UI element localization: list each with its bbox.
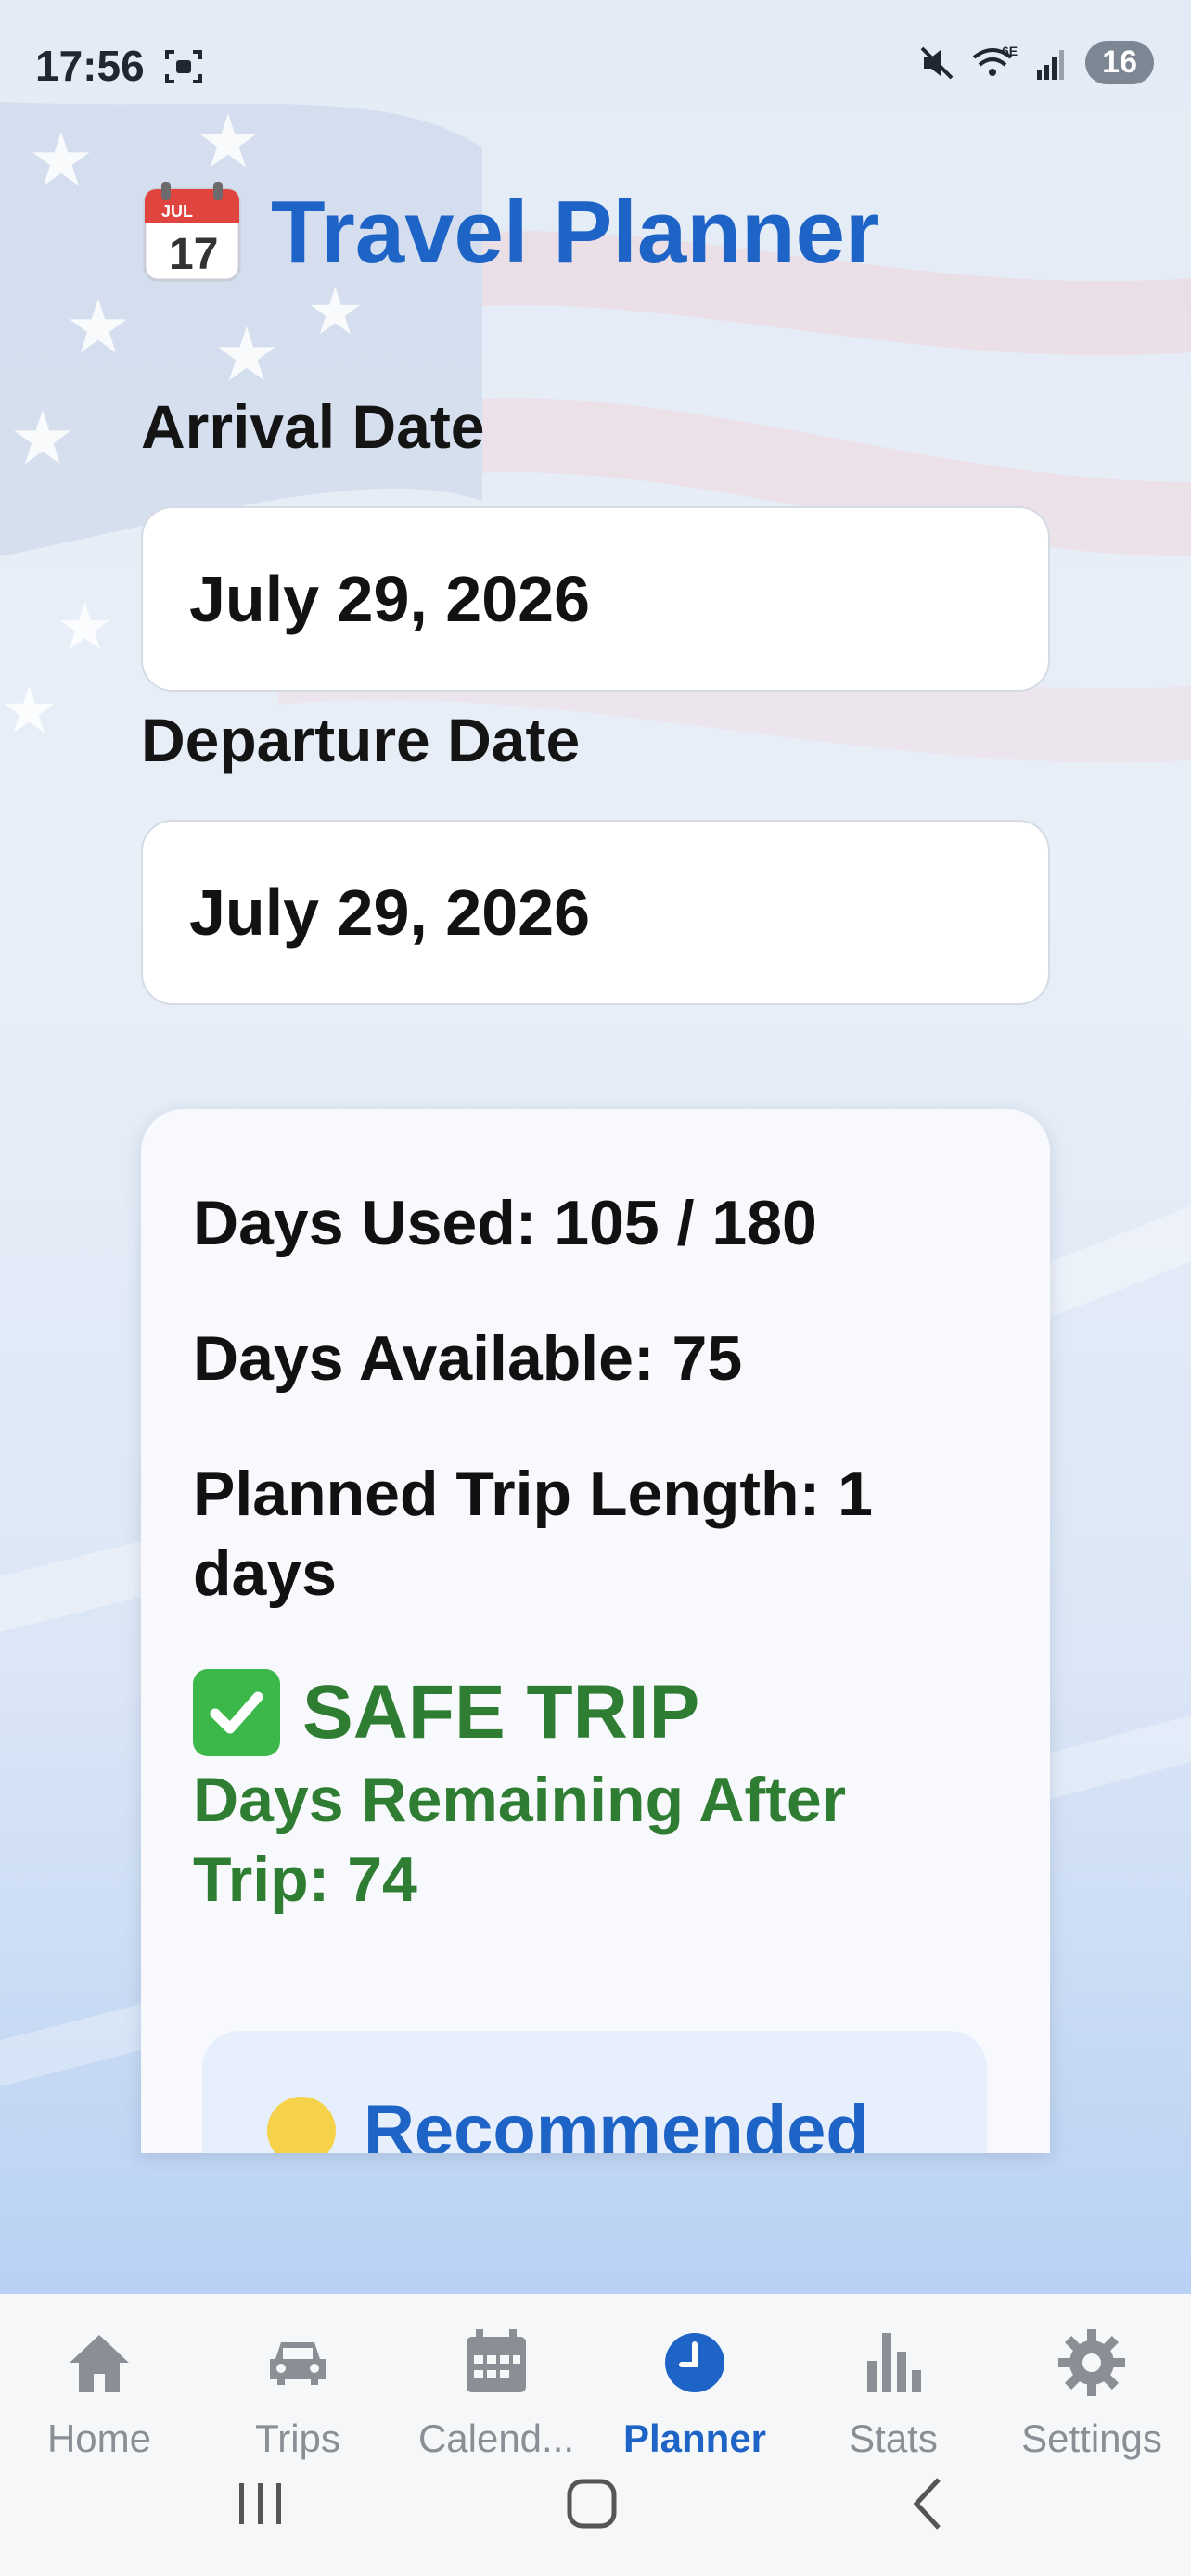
calendar-icon-month: JUL [161, 202, 193, 221]
departure-date-label: Departure Date [141, 706, 581, 774]
recommended-heading: Recommended [364, 2091, 869, 2153]
calendar-grid-icon [459, 2326, 533, 2400]
nav-planner[interactable]: Planner [596, 2313, 794, 2470]
status-icons: 6E 16 [916, 41, 1154, 84]
safe-trip-title: SAFE TRIP [302, 1670, 700, 1754]
calendar-icon: JUL 17 [141, 182, 243, 284]
status-time: 17:56 [35, 42, 145, 90]
system-navigation-bar [239, 2478, 941, 2530]
svg-text:★: ★ [306, 275, 365, 348]
gear-icon [1055, 2326, 1129, 2400]
trip-length-text: Planned Trip Length: 1 days [193, 1459, 873, 1609]
trip-summary-card: Days Used: 105 / 180 Days Available: 75 … [141, 1109, 1050, 2153]
page-title: Travel Planner [271, 183, 880, 282]
check-mark-icon [193, 1669, 280, 1756]
network-type-label: 6E [1002, 44, 1018, 58]
svg-text:★: ★ [0, 674, 58, 746]
departure-date-field[interactable]: July 29, 2026 [141, 820, 1050, 1005]
calendar-icon-day: 17 [169, 230, 218, 279]
departure-date-value: July 29, 2026 [189, 876, 590, 949]
arrival-date-field[interactable]: July 29, 2026 [141, 506, 1050, 692]
svg-text:★: ★ [65, 286, 132, 368]
screenshot-icon [165, 50, 202, 83]
days-remaining-text: Days Remaining After Trip: 74 [193, 1765, 847, 1915]
svg-text:★: ★ [28, 119, 95, 201]
home-button[interactable] [567, 2479, 617, 2529]
svg-text:★: ★ [9, 397, 76, 479]
nav-settings[interactable]: Settings [992, 2313, 1191, 2470]
safe-trip-status: SAFE TRIP [193, 1669, 991, 1756]
mute-icon [920, 46, 954, 79]
days-available-text: Days Available: 75 [193, 1323, 743, 1394]
light-bulb-icon [267, 2096, 336, 2153]
bottom-navigation: Home Trips Calend... Planner Stats Setti… [0, 2294, 1191, 2576]
arrival-date-label: Arrival Date [141, 392, 485, 461]
recent-apps-button[interactable] [239, 2483, 281, 2524]
status-bar: 17:56 6E 16 [0, 0, 1191, 130]
bar-chart-icon [856, 2326, 930, 2400]
wifi-icon: 6E [972, 44, 1018, 76]
nav-trips[interactable]: Trips [198, 2313, 397, 2470]
days-used-text: Days Used: 105 / 180 [193, 1188, 817, 1258]
nav-stats[interactable]: Stats [794, 2313, 992, 2470]
nav-home[interactable]: Home [0, 2313, 198, 2470]
clock-icon [658, 2326, 732, 2400]
svg-text:★: ★ [56, 591, 114, 663]
page-header: JUL 17 Travel Planner [141, 182, 879, 284]
home-icon [62, 2326, 136, 2400]
car-icon [261, 2326, 335, 2400]
arrival-date-value: July 29, 2026 [189, 563, 590, 635]
back-button[interactable] [913, 2478, 941, 2530]
recommended-section: Recommended [202, 2031, 987, 2153]
signal-icon [1037, 49, 1065, 80]
svg-text:★: ★ [213, 313, 280, 396]
battery-indicator: 16 [1085, 41, 1154, 84]
nav-calendar[interactable]: Calend... [397, 2313, 596, 2470]
